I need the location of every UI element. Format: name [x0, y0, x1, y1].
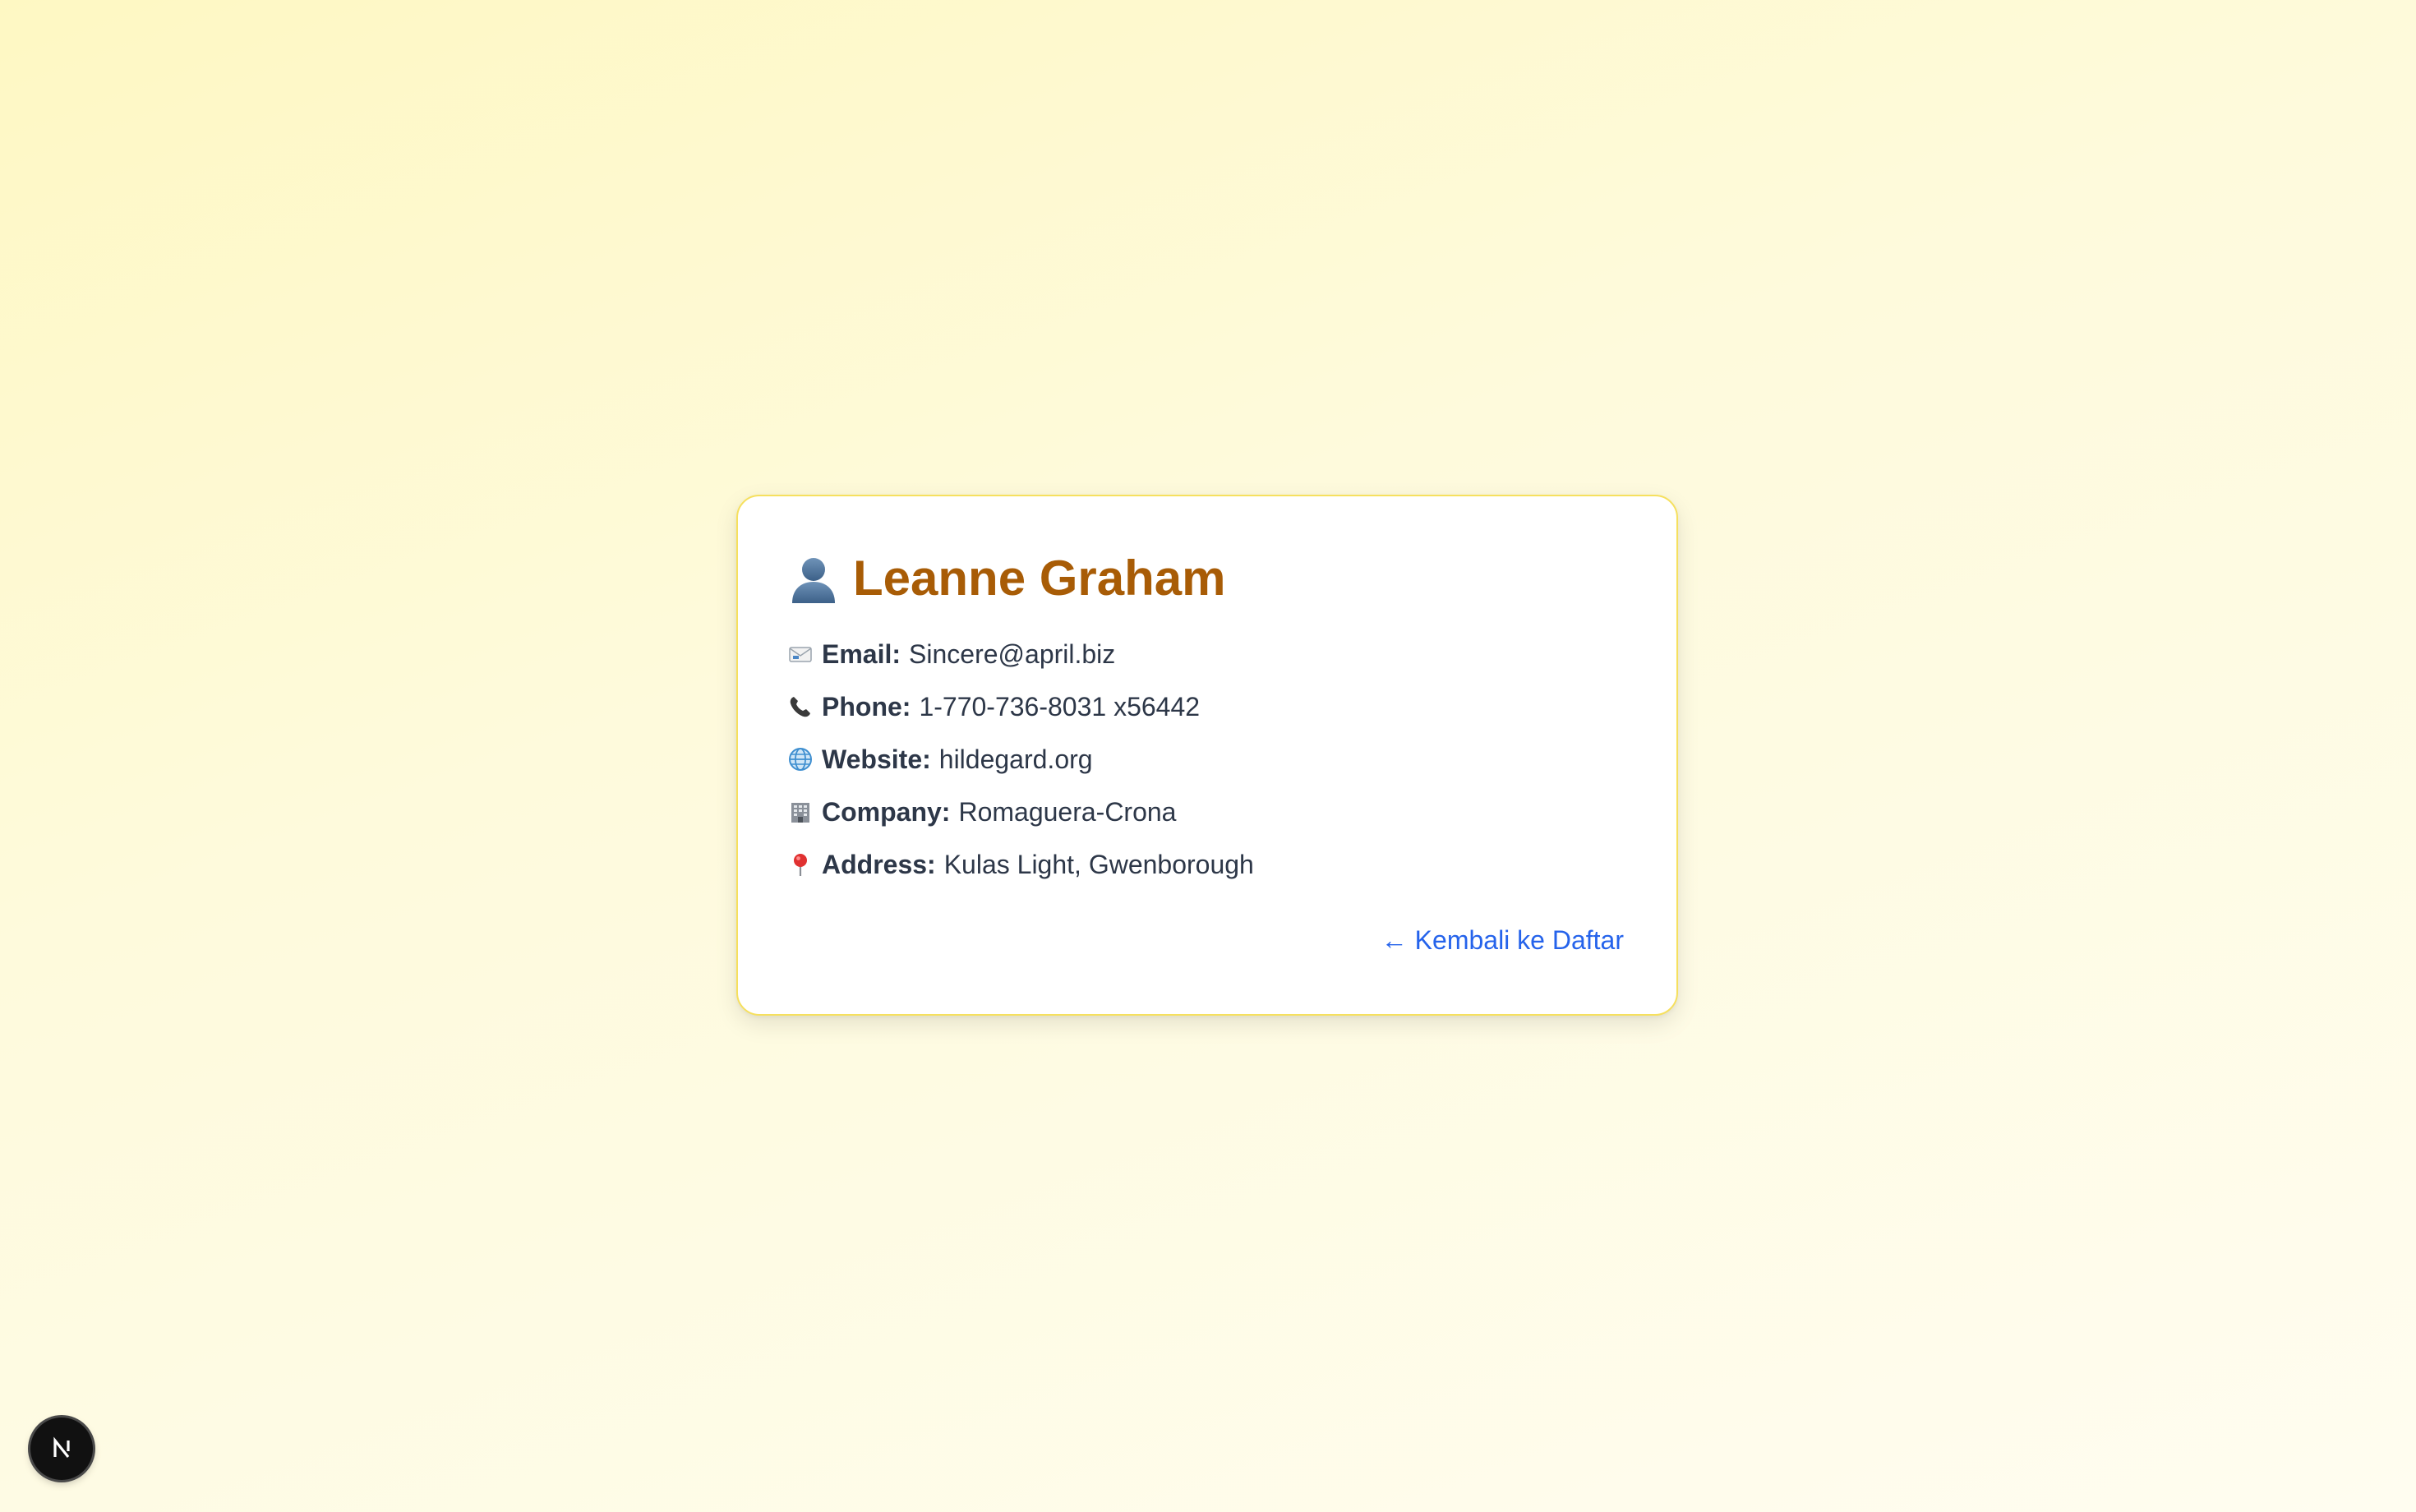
- details-list: Email: Sincere@april.biz Phone: 1-770-73…: [787, 628, 1254, 891]
- user-detail-card: Leanne Graham Email: Sincere@april.biz P…: [736, 495, 1678, 1016]
- phone-row: Phone: 1-770-736-8031 x56442: [787, 680, 1254, 733]
- website-value: hildegard.org: [938, 744, 1093, 774]
- address-value: Kulas Light, Gwenborough: [943, 849, 1254, 879]
- nextjs-logo-icon: [47, 1434, 76, 1464]
- globe-icon: [787, 746, 814, 772]
- user-silhouette-icon: [787, 552, 840, 605]
- company-value: Romaguera-Crona: [958, 796, 1177, 827]
- phone-value: 1-770-736-8031 x56442: [919, 691, 1201, 721]
- envelope-icon: [787, 641, 814, 667]
- back-to-list-link[interactable]: ← Kembali ke Daftar: [1381, 924, 1624, 957]
- address-row: Address: Kulas Light, Gwenborough: [787, 838, 1254, 891]
- user-name: Leanne Graham: [853, 551, 1226, 606]
- company-label: Company:: [822, 796, 951, 827]
- email-label: Email:: [822, 638, 901, 669]
- nextjs-dev-indicator-button[interactable]: [30, 1418, 93, 1480]
- address-label: Address:: [822, 849, 936, 879]
- pushpin-icon: [787, 851, 814, 878]
- email-value: Sincere@april.biz: [909, 638, 1116, 669]
- email-row: Email: Sincere@april.biz: [787, 628, 1254, 680]
- phone-label: Phone:: [822, 691, 911, 721]
- website-label: Website:: [822, 744, 931, 774]
- phone-icon: [787, 694, 814, 720]
- page-title: Leanne Graham: [787, 547, 1226, 610]
- website-row: Website: hildegard.org: [787, 733, 1254, 786]
- company-row: Company: Romaguera-Crona: [787, 786, 1254, 838]
- office-building-icon: [787, 799, 814, 825]
